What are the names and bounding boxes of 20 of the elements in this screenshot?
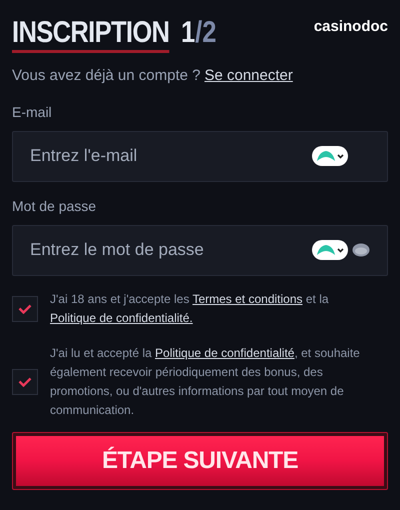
consent-text: J'ai 18 ans et j'accepte les Termes et conditions et la Politique de confidentialité. xyxy=(50,290,330,326)
checkbox[interactable] xyxy=(12,368,38,394)
eye-icon[interactable] xyxy=(352,242,370,256)
policy-link[interactable]: Politique de confidentialité. xyxy=(50,310,193,324)
login-link[interactable]: Se connecter xyxy=(204,65,293,88)
check-icon xyxy=(18,376,32,386)
input-field[interactable]: Entrez le mot de passe xyxy=(12,224,388,276)
page-title: INSCRIPTION xyxy=(12,16,170,53)
field-label: Mot de passe xyxy=(12,196,98,216)
input-field[interactable]: Entrez l'e-mail xyxy=(12,130,388,182)
field-label: E-mail xyxy=(12,102,53,122)
login-prompt: Vous avez déjà un compte ? xyxy=(12,66,200,86)
policy-link[interactable]: Politique de confidentialité xyxy=(155,346,294,360)
logo: casinodoc xyxy=(314,17,388,37)
check-icon xyxy=(18,304,32,314)
next-step-button[interactable]: ÉTAPE SUIVANTE xyxy=(16,436,384,486)
policy-link[interactable]: Termes et conditions xyxy=(192,292,303,306)
checkbox[interactable] xyxy=(12,296,38,322)
consent-text: J'ai lu et accepté la Politique de confidentialité, et souhaite également recevoir périodiquement des bonus, des promotions, ou d'autres informations par tout moyen de communication. xyxy=(50,344,361,418)
step-counter: 1/2 xyxy=(181,16,217,50)
